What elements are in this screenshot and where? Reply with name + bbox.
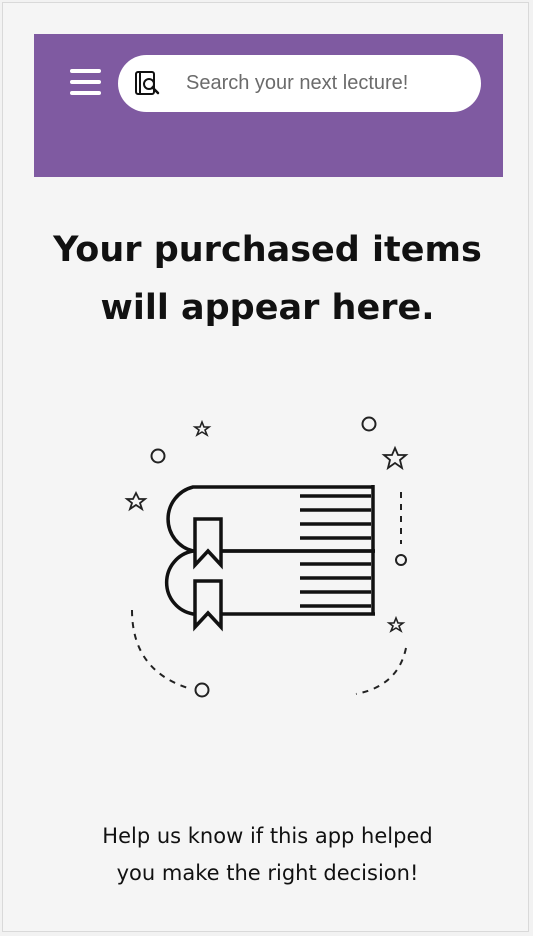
feedback-prompt-line-1: Help us know if this app helped <box>102 824 433 848</box>
book-search-icon <box>135 71 160 95</box>
app-header <box>34 34 503 177</box>
empty-state-title-line-2: will appear here. <box>100 288 435 328</box>
feedback-prompt[interactable]: Help us know if this app helped you make… <box>3 818 532 892</box>
books-bookmark-icon <box>124 416 409 698</box>
feedback-prompt-line-2: you make the right decision! <box>116 861 419 885</box>
hamburger-menu-icon[interactable] <box>70 67 104 97</box>
search-bar[interactable] <box>118 55 481 112</box>
app-screen: Your purchased items will appear here. <box>2 2 529 932</box>
empty-state-title: Your purchased items will appear here. <box>3 221 532 337</box>
search-input[interactable] <box>186 67 466 100</box>
empty-state-title-line-1: Your purchased items <box>53 230 482 270</box>
